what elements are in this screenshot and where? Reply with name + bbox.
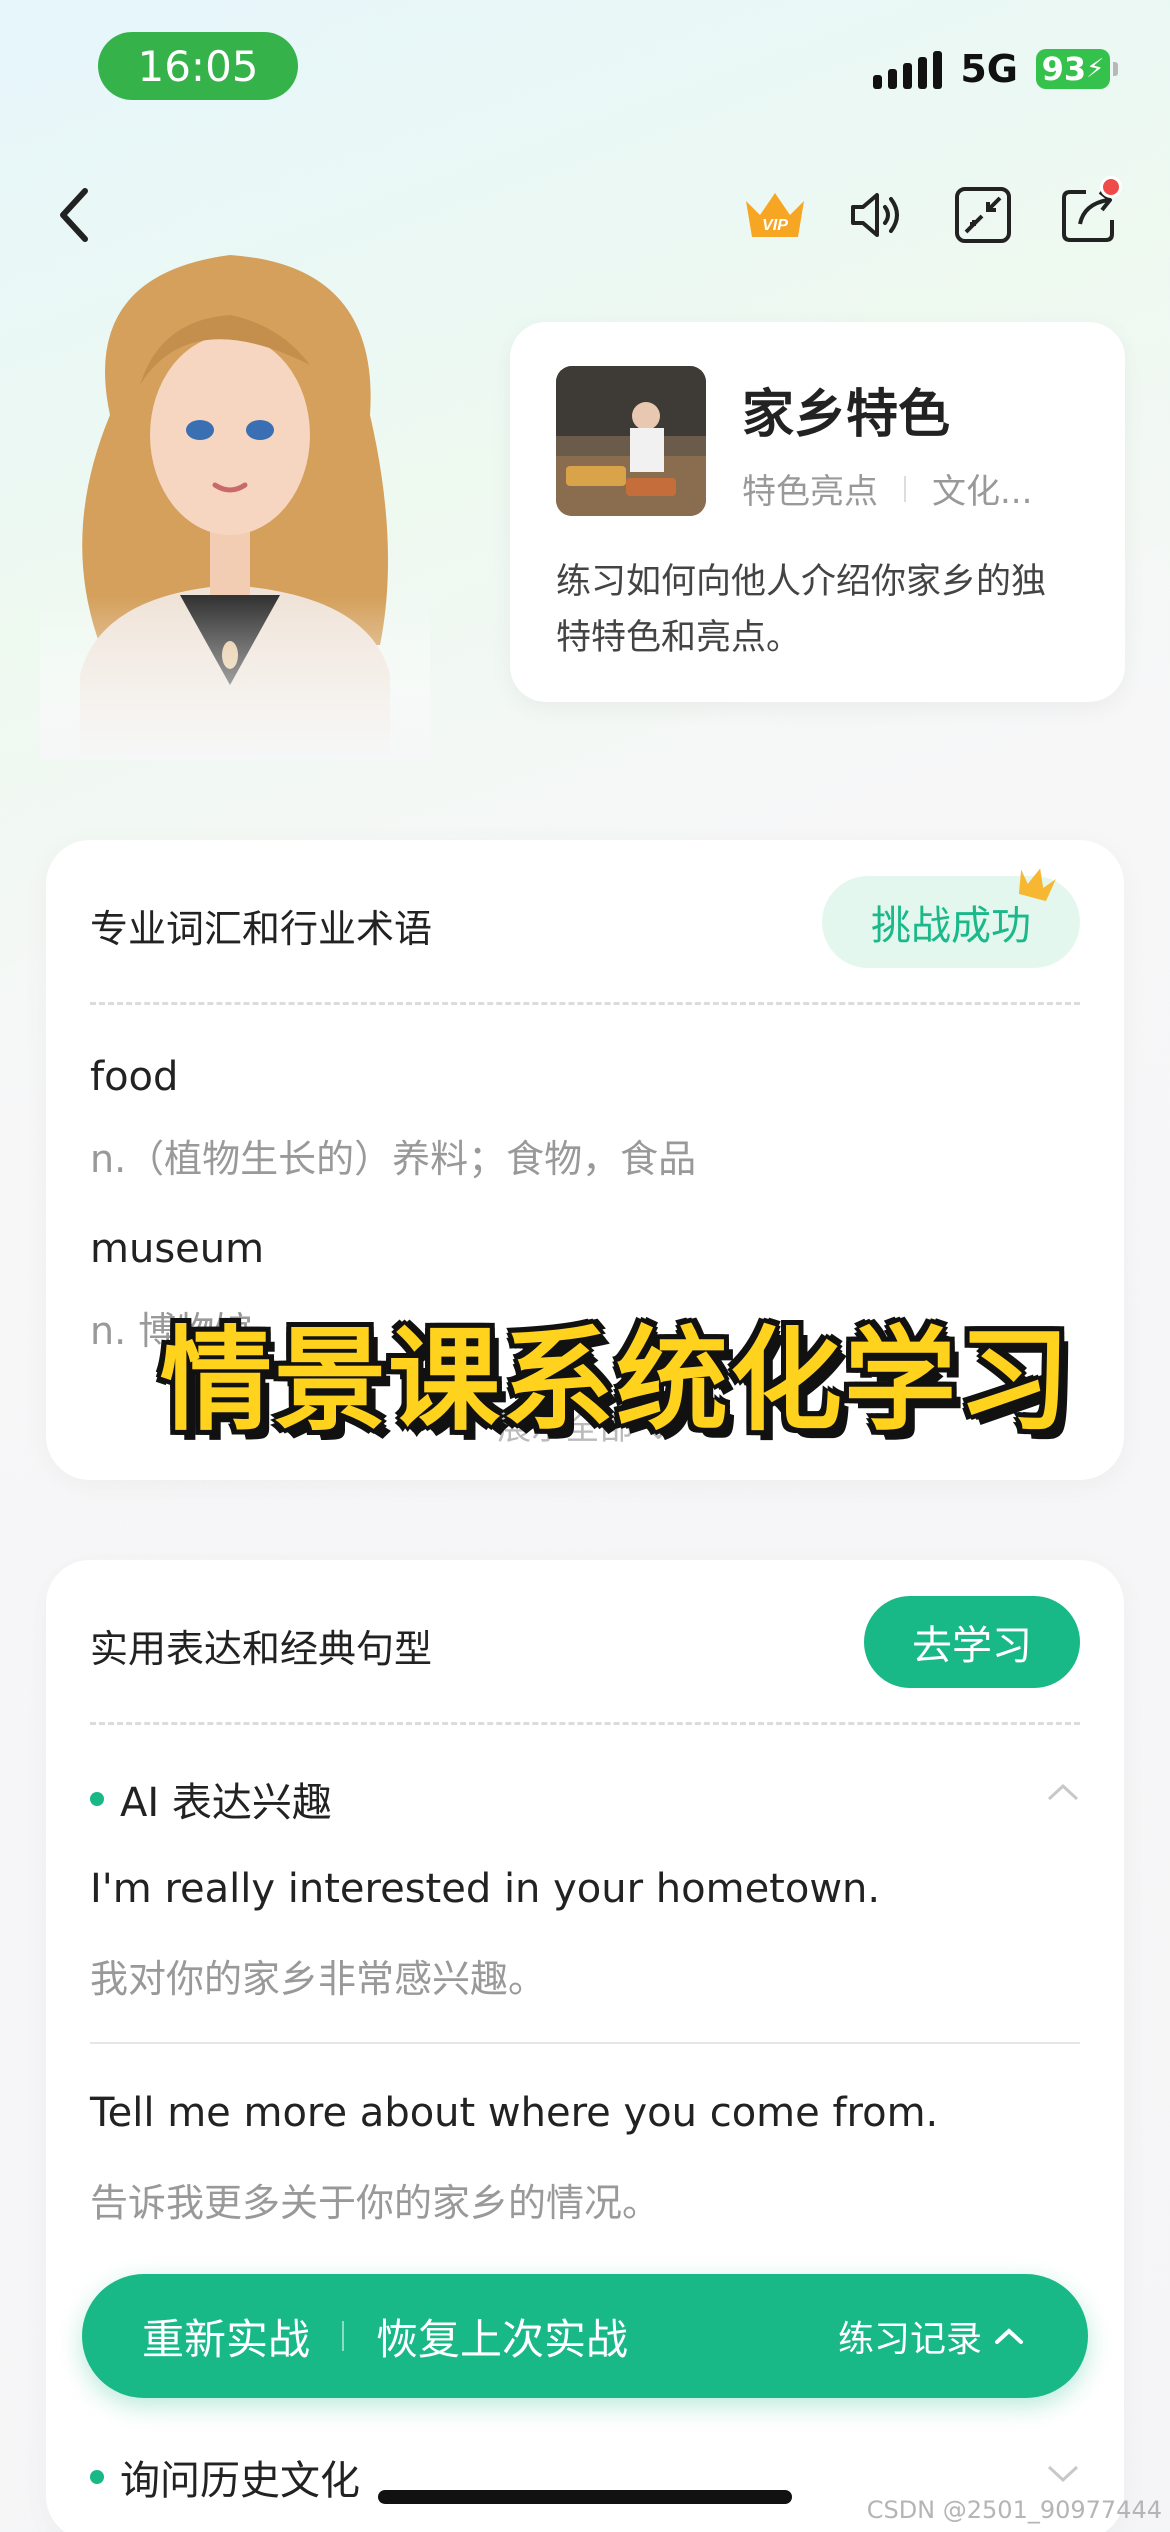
volume-button[interactable] [842, 180, 912, 250]
go-learn-button[interactable]: 去学习 [864, 1596, 1080, 1688]
status-indicators: 5G 93 ⚡ [873, 44, 1118, 94]
practice-action-bar: 重新实战 恢复上次实战 练习记录 [82, 2274, 1088, 2398]
network-label: 5G [960, 47, 1018, 91]
vip-crown-icon: VIP [746, 193, 804, 237]
practice-record-button[interactable]: 练习记录 [838, 2310, 1024, 2362]
vocab-word[interactable]: museum [90, 1226, 264, 1272]
expr-card-title: 实用表达和经典句型 [90, 1627, 433, 1671]
crown-icon [1018, 868, 1056, 902]
scene-title: 家乡特色 [742, 385, 951, 445]
vocab-meaning: n.（植物生长的）养料；食物，食品 [90, 1137, 697, 1181]
scene-thumbnail [556, 366, 706, 516]
tag-separator [904, 475, 906, 502]
svg-text:VIP: VIP [762, 217, 788, 234]
sentence-en[interactable]: Tell me more about where you come from. [90, 2090, 938, 2136]
watermark: CSDN @2501_90977444 [866, 2496, 1162, 2524]
bullet-dot [90, 1792, 104, 1806]
resume-practice-button[interactable]: 恢复上次实战 [376, 2306, 628, 2367]
restart-practice-button[interactable]: 重新实战 [142, 2306, 310, 2367]
scene-tags: 特色亮点 文化... [742, 464, 1032, 513]
action-separator [342, 2321, 345, 2351]
vocab-card-title: 专业词汇和行业术语 [90, 907, 433, 951]
tutor-avatar [40, 215, 430, 760]
dashed-divider [90, 1002, 1080, 1005]
promo-overlay-text: 情景课系统化学习 [160, 1316, 1072, 1446]
battery-icon: 93 ⚡ [1036, 49, 1118, 89]
status-time: 16:05 [98, 32, 298, 100]
bullet-dot [90, 2470, 104, 2484]
notification-dot [1100, 176, 1122, 198]
chevron-up-icon [995, 2328, 1023, 2344]
sentence-zh: 我对你的家乡非常感兴趣。 [90, 1957, 547, 2001]
scene-tag: 特色亮点 [742, 472, 878, 512]
signal-icon [873, 49, 943, 89]
vip-button[interactable]: VIP [740, 180, 810, 250]
scene-tag: 文化... [932, 472, 1033, 512]
chevron-down-icon[interactable] [1046, 2464, 1080, 2484]
home-indicator[interactable] [378, 2490, 792, 2504]
practice-record-label: 练习记录 [837, 2319, 982, 2360]
share-button[interactable] [1054, 176, 1124, 250]
sentence-en[interactable]: I'm really interested in your hometown. [90, 1866, 880, 1912]
volume-icon [851, 193, 899, 237]
chevron-up-icon[interactable] [1046, 1782, 1080, 1802]
section-header[interactable]: AI 表达兴趣 [90, 1770, 332, 1828]
divider [90, 2042, 1080, 2044]
shrink-icon [955, 187, 1011, 243]
section-title: AI 表达兴趣 [120, 1780, 332, 1826]
scene-card[interactable]: 家乡特色 特色亮点 文化... 练习如何向他人介绍你家乡的独特特色和亮点。 [510, 322, 1125, 702]
sentence-zh: 告诉我更多关于你的家乡的情况。 [90, 2181, 661, 2225]
section-header[interactable]: 询问历史文化 [90, 2448, 360, 2506]
minimize-button[interactable] [948, 180, 1018, 250]
battery-level: 93 [1041, 50, 1087, 88]
dashed-divider [90, 1722, 1080, 1725]
scene-description: 练习如何向他人介绍你家乡的独特特色和亮点。 [556, 562, 1047, 658]
vocab-word[interactable]: food [90, 1054, 178, 1100]
section-title: 询问历史文化 [120, 2458, 360, 2504]
